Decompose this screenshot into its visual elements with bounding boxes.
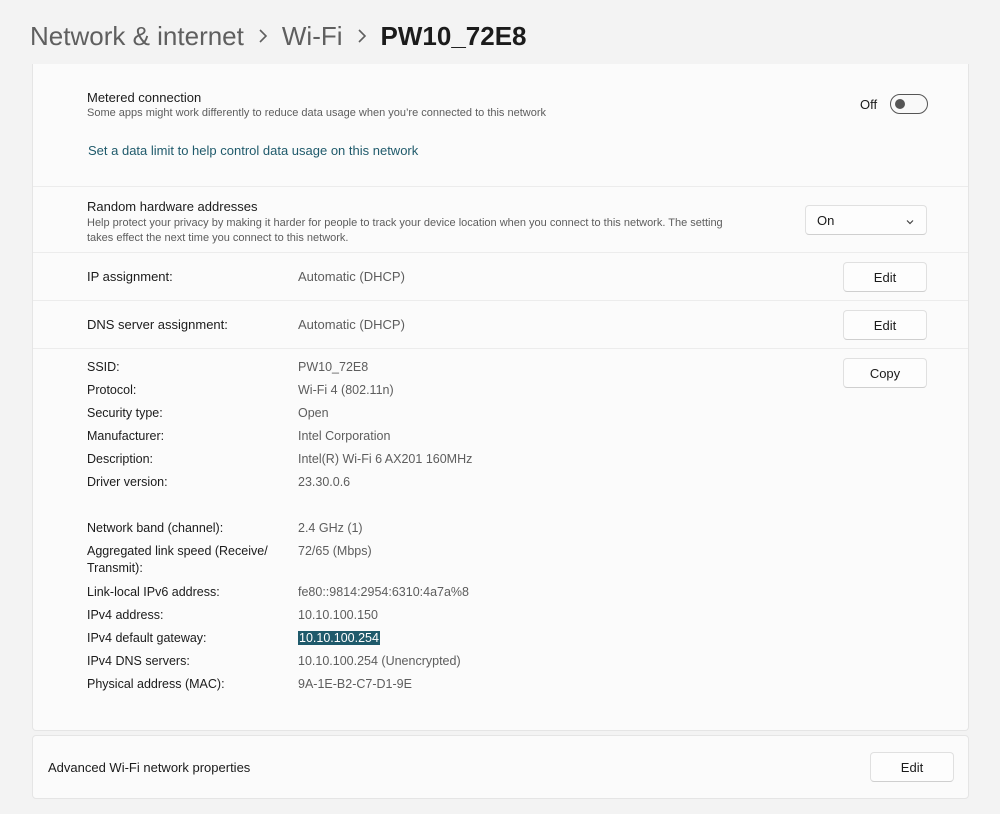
ipv6-value: fe80::9814:2954:6310:4a7a%8	[298, 585, 469, 599]
ipv6-label: Link-local IPv6 address:	[87, 585, 220, 599]
dns-assignment-edit-button[interactable]: Edit	[843, 310, 927, 340]
protocol-label: Protocol:	[87, 383, 137, 397]
ssid-value: PW10_72E8	[298, 360, 369, 374]
network-band-value: 2.4 GHz (1)	[298, 521, 363, 535]
description-label: Description:	[87, 452, 153, 466]
chevron-right-icon	[258, 29, 268, 43]
ipv4-label: IPv4 address:	[87, 608, 164, 622]
dns-servers-label: IPv4 DNS servers:	[87, 654, 190, 668]
dns-assignment-label: DNS server assignment:	[87, 317, 228, 332]
random-hardware-description-line2: takes effect the next time you connect t…	[87, 232, 349, 244]
copy-properties-button[interactable]: Copy	[843, 358, 927, 388]
random-hardware-dropdown[interactable]: On	[805, 205, 927, 235]
breadcrumb-wifi[interactable]: Wi-Fi	[282, 21, 343, 52]
ip-assignment-value: Automatic (DHCP)	[298, 269, 405, 284]
network-band-label: Network band (channel):	[87, 521, 224, 535]
network-properties-card: Metered connection Some apps might work …	[32, 64, 969, 731]
metered-connection-toggle[interactable]	[890, 94, 928, 114]
ip-assignment-section: IP assignment: Automatic (DHCP) Edit	[33, 253, 968, 301]
link-speed-label-line1: Aggregated link speed (Receive/	[87, 544, 268, 558]
dns-assignment-section: DNS server assignment: Automatic (DHCP) …	[33, 301, 968, 349]
manufacturer-value: Intel Corporation	[298, 429, 391, 443]
security-type-value: Open	[298, 406, 329, 420]
breadcrumb: Network & internet Wi-Fi PW10_72E8	[30, 18, 527, 54]
set-data-limit-link[interactable]: Set a data limit to help control data us…	[88, 143, 418, 158]
random-hardware-title: Random hardware addresses	[87, 199, 258, 214]
ip-assignment-edit-button[interactable]: Edit	[843, 262, 927, 292]
dropdown-selected-value: On	[817, 212, 835, 228]
security-type-label: Security type:	[87, 406, 163, 420]
metered-connection-description: Some apps might work differently to redu…	[87, 107, 547, 119]
manufacturer-label: Manufacturer:	[87, 429, 165, 443]
description-value: Intel(R) Wi-Fi 6 AX201 160MHz	[298, 452, 473, 466]
metered-connection-section: Metered connection Some apps might work …	[33, 64, 968, 187]
random-hardware-description-line1: Help protect your privacy by making it h…	[87, 217, 723, 229]
page-title: PW10_72E8	[380, 20, 527, 51]
ip-assignment-label: IP assignment:	[87, 269, 173, 284]
gateway-label: IPv4 default gateway:	[87, 631, 207, 645]
breadcrumb-network-internet[interactable]: Network & internet	[30, 21, 244, 52]
link-speed-label-line2: Transmit):	[87, 561, 143, 575]
metered-toggle-label: Off	[860, 97, 878, 112]
dns-assignment-value: Automatic (DHCP)	[298, 317, 405, 332]
gateway-value-selected-text: 10.10.100.254	[298, 631, 380, 645]
link-speed-value: 72/65 (Mbps)	[298, 544, 372, 558]
properties-section: Copy SSID: PW10_72E8 Protocol: Wi-Fi 4 (…	[33, 349, 968, 731]
random-hardware-addresses-section: Random hardware addresses Help protect y…	[33, 187, 968, 253]
mac-label: Physical address (MAC):	[87, 677, 225, 691]
gateway-value[interactable]: 10.10.100.254	[298, 630, 380, 647]
ipv4-value: 10.10.100.150	[298, 608, 378, 622]
toggle-knob	[895, 99, 905, 109]
dns-servers-value: 10.10.100.254 (Unencrypted)	[298, 654, 461, 668]
chevron-right-icon	[357, 29, 367, 43]
ssid-label: SSID:	[87, 360, 120, 374]
advanced-properties-card: Advanced Wi-Fi network properties Edit	[32, 735, 969, 799]
driver-version-value: 23.30.0.6	[298, 475, 351, 489]
driver-version-label: Driver version:	[87, 475, 168, 489]
metered-connection-title: Metered connection	[87, 90, 202, 105]
protocol-value: Wi-Fi 4 (802.11n)	[298, 383, 394, 397]
chevron-down-icon	[905, 215, 915, 230]
advanced-properties-title: Advanced Wi-Fi network properties	[48, 760, 251, 775]
mac-value: 9A-1E-B2-C7-D1-9E	[298, 677, 412, 691]
advanced-properties-edit-button[interactable]: Edit	[870, 752, 954, 782]
